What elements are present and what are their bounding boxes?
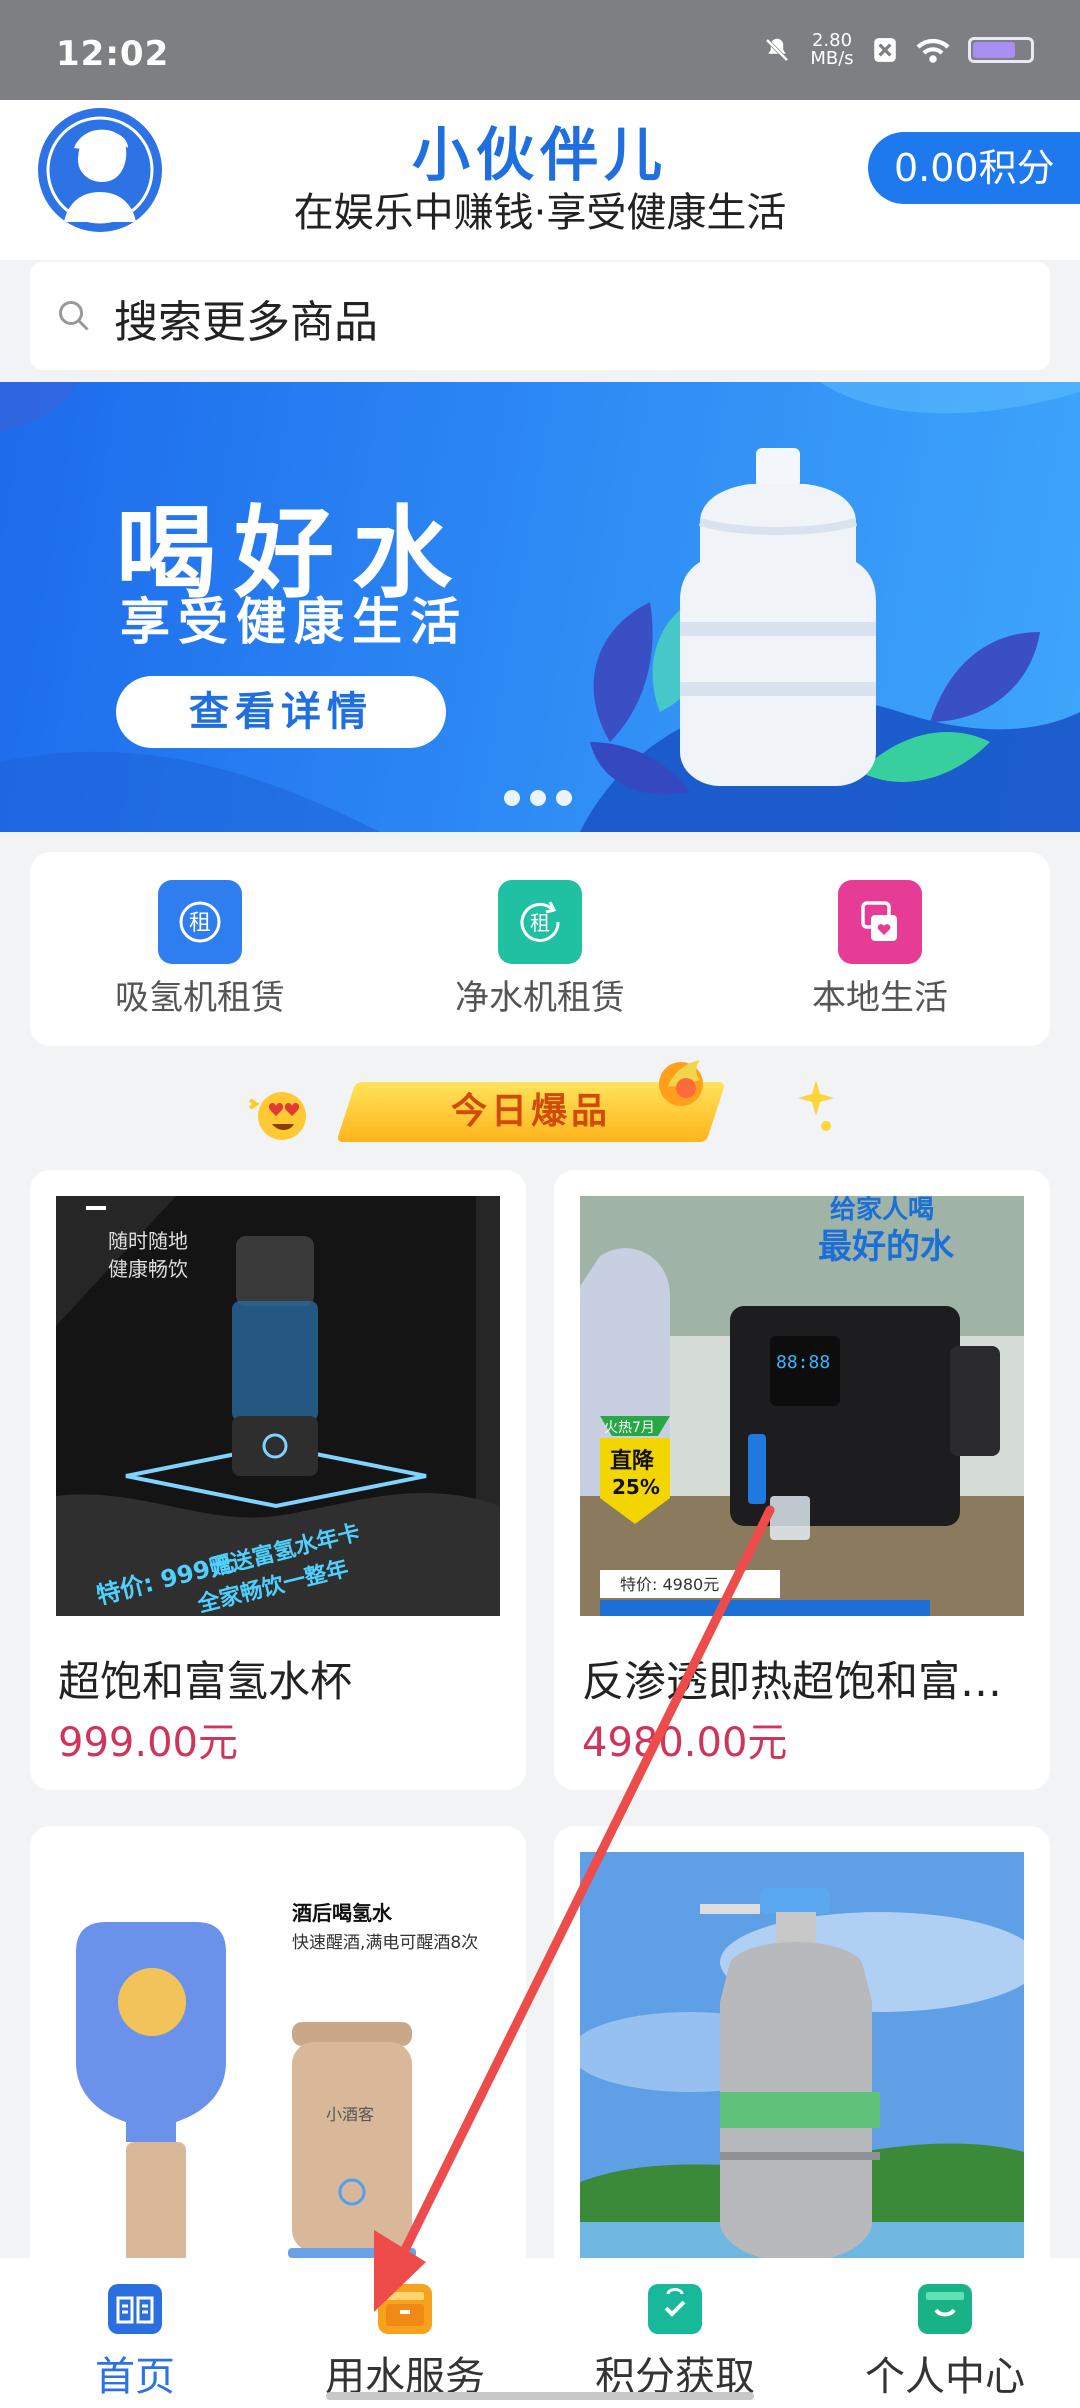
- product-name: 超饱和富氢水杯: [58, 1657, 353, 1706]
- category-label: 本地生活: [812, 978, 948, 1018]
- gesture-home-bar[interactable]: [326, 2392, 754, 2400]
- category-label: 吸氢机租赁: [115, 978, 285, 1018]
- category-grid: 租 吸氢机租赁 租 净水机租赁 本地生活: [30, 852, 1050, 1046]
- svg-text:88:88: 88:88: [776, 1352, 830, 1373]
- product-card[interactable]: [554, 1826, 1050, 2286]
- product-image[interactable]: 给家人喝 最好的水 88:88 火热7月 直降 25% 特价: 4980元: [580, 1196, 1024, 1616]
- local-life-icon: [838, 880, 922, 964]
- product-image[interactable]: 随时随地 健康畅饮 特价: 999元 赠送富氢水年卡 全家畅饮一整年: [56, 1196, 500, 1616]
- rent-icon: 租: [158, 880, 242, 964]
- pagination-dot[interactable]: [504, 790, 520, 806]
- category-hydrogen-rental[interactable]: 租 吸氢机租赁: [30, 852, 370, 1046]
- category-local-life[interactable]: 本地生活: [710, 852, 1050, 1046]
- tab-points[interactable]: 积分获取: [540, 2258, 810, 2408]
- no-sim-icon: [874, 38, 896, 62]
- tab-home[interactable]: 首页: [0, 2258, 270, 2408]
- banner-subtitle: 享受健康生活: [120, 593, 468, 651]
- banner-details-button[interactable]: 查看详情: [116, 676, 446, 748]
- water-service-icon: [378, 2284, 432, 2334]
- product-img-text-1: 随时随地: [108, 1229, 188, 1253]
- product-img-text-1: 酒后喝氢水: [292, 1901, 393, 1925]
- rent-icon-glyph: 租: [189, 911, 211, 936]
- tab-water-service[interactable]: 用水服务: [270, 2258, 540, 2408]
- profile-basket-icon: [918, 2284, 972, 2334]
- promo-banner[interactable]: 喝好水 享受健康生活 查看详情: [0, 382, 1080, 832]
- product-img-text-2: 健康畅饮: [108, 1257, 188, 1281]
- category-label: 净水机租赁: [455, 978, 625, 1018]
- hydrogen-cup-illustration: 随时随地 健康畅饮 特价: 999元 赠送富氢水年卡 全家畅饮一整年: [56, 1196, 500, 1616]
- status-time: 12:02: [56, 34, 170, 74]
- battery-icon: [968, 37, 1034, 63]
- product-card[interactable]: 给家人喝 最好的水 88:88 火热7月 直降 25% 特价: 4980元 反渗…: [554, 1170, 1050, 1790]
- mute-icon: [764, 37, 790, 63]
- network-speed: 2.80 MB/s: [808, 32, 856, 68]
- product-price: 999.00元: [58, 1720, 238, 1766]
- search-placeholder: 搜索更多商品: [114, 297, 378, 348]
- net-speed-unit: MB/s: [810, 48, 854, 69]
- points-badge[interactable]: 0.00积分: [868, 132, 1080, 204]
- hydrogen-generator-illustration: 酒后喝氢水 快速醒酒,满电可醒酒8次 小酒客: [56, 1852, 500, 2272]
- search-bar[interactable]: 搜索更多商品: [30, 262, 1050, 370]
- tab-label: 个人中心: [865, 2354, 1025, 2400]
- product-img-promo-3: 25%: [612, 1475, 660, 1499]
- sparkle-icon: [798, 1080, 834, 1131]
- tab-label: 首页: [95, 2354, 175, 2400]
- bottom-nav: 首页 用水服务 积分获取 个人中心: [0, 2258, 1080, 2408]
- app-header: 小伙伴儿 在娱乐中赚钱·享受健康生活 0.00积分: [0, 100, 1080, 260]
- product-img-text-2: 最好的水: [818, 1227, 955, 1267]
- points-bag-icon: [648, 2284, 702, 2334]
- rent-refresh-icon: 租: [498, 880, 582, 964]
- product-name: 反渗透即热超饱和富…: [582, 1657, 1003, 1706]
- water-dispenser-illustration: 给家人喝 最好的水 88:88 火热7月 直降 25% 特价: 4980元: [580, 1196, 1024, 1616]
- product-card[interactable]: 酒后喝氢水 快速醒酒,满电可醒酒8次 小酒客: [30, 1826, 526, 2286]
- category-purifier-rental[interactable]: 租 净水机租赁: [370, 852, 710, 1046]
- home-book-icon: [108, 2284, 162, 2334]
- tab-profile[interactable]: 个人中心: [810, 2258, 1080, 2408]
- stainless-barrel-illustration: [580, 1852, 1024, 2272]
- heart-eyes-emoji-icon: [248, 1092, 306, 1140]
- wifi-icon: [916, 38, 950, 63]
- product-image[interactable]: [580, 1852, 1024, 2272]
- water-bottle-illustration: [680, 448, 876, 786]
- product-image[interactable]: 酒后喝氢水 快速醒酒,满电可醒酒8次 小酒客: [56, 1852, 500, 2272]
- product-img-promo-2: 直降: [610, 1448, 655, 1474]
- pagination-dot[interactable]: [556, 790, 572, 806]
- product-img-promo-1: 小酒客: [326, 2105, 374, 2124]
- product-img-text-2: 快速醒酒,满电可醒酒8次: [292, 1933, 478, 1953]
- product-card[interactable]: 随时随地 健康畅饮 特价: 999元 赠送富氢水年卡 全家畅饮一整年 超饱和富氢…: [30, 1170, 526, 1790]
- search-icon: [59, 301, 89, 331]
- status-bar: 12:02 2.80 MB/s: [0, 0, 1080, 100]
- product-img-text-1: 给家人喝: [830, 1196, 934, 1225]
- product-img-promo-4: 特价: 4980元: [620, 1575, 719, 1594]
- product-price: 4980.00元: [582, 1720, 788, 1766]
- rent-refresh-icon-glyph: 租: [530, 911, 550, 935]
- pagination-dot[interactable]: [530, 790, 546, 806]
- product-img-promo-1: 火热7月: [604, 1420, 655, 1436]
- battery-level: [973, 42, 1015, 58]
- banner-pagination[interactable]: [504, 790, 572, 806]
- fire-icon: [659, 1060, 703, 1106]
